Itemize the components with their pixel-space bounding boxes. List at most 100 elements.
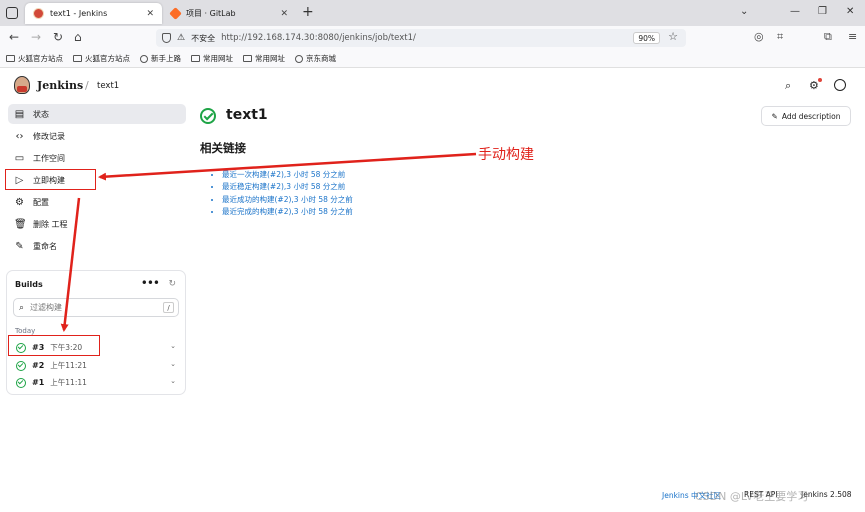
builds-title: Builds [15,280,43,289]
refresh-icon[interactable]: ↻ [168,279,176,289]
keyboard-shortcut-hint: / [163,302,174,313]
bookmark-item[interactable]: 新手上路 [140,53,181,64]
menu-icon[interactable]: ≡ [848,30,857,43]
folder-icon [73,55,82,62]
search-icon: ⌕ [19,302,25,313]
bookmark-label: 火狐官方站点 [18,54,63,63]
highlight-box-build-now [5,169,96,190]
not-secure-label[interactable]: 不安全 [191,33,215,44]
watermark: CSDN @LV老王要学习 [695,490,809,503]
bookmark-item[interactable]: 火狐官方站点 [6,53,63,64]
sidebar-item-label: 工作空间 [33,153,65,163]
bookmark-label: 京东商城 [306,54,336,63]
bookmark-label: 常用网址 [203,54,233,63]
new-tab-button[interactable]: + [302,4,314,20]
chevron-down-icon[interactable]: ⌄ [170,360,176,368]
address-bar[interactable]: ⚠ 不安全 http://192.168.174.30:8080/jenkins… [156,29,686,47]
back-icon[interactable]: ← [9,30,19,44]
account-icon[interactable]: ◎ [754,30,764,43]
tab-gitlab[interactable]: 项目 · GitLab ✕ [163,3,296,24]
success-check-icon [16,360,26,371]
bookmark-item[interactable]: 京东商城 [295,53,336,64]
sidebar-item-label: 配置 [33,197,49,207]
permalink-last-successful-build[interactable]: 最近成功的构建(#2),3 小时 58 分之前 [222,194,353,206]
sidebar-item-label: 删除 工程 [33,219,68,229]
footer-version[interactable]: Jenkins 2.508 [801,490,852,499]
tab-title: text1 - Jenkins [50,9,108,18]
folder-icon [6,55,15,62]
pencil-icon: ✎ [771,111,778,121]
sidebar-item-workspace[interactable]: ▭ 工作空间 [8,148,186,168]
sidebar-item-changes[interactable]: ‹› 修改记录 [8,126,186,146]
folder-icon [243,55,252,62]
sidebar-item-delete[interactable]: 🗑 删除 工程 [8,214,186,234]
sidebar-item-configure[interactable]: ⚙ 配置 [8,192,186,212]
build-row[interactable]: #1 上午11:11 ⌄ [10,374,182,391]
bookmark-item[interactable]: 常用网址 [191,53,233,64]
chevron-down-icon[interactable]: ⌄ [740,6,748,17]
jenkins-favicon-icon [33,8,44,19]
more-options-icon[interactable]: ••• [141,276,160,290]
jenkins-brand[interactable]: Jenkins [37,79,83,92]
jenkins-header [0,68,865,102]
shield-icon[interactable] [162,33,171,43]
reload-icon[interactable]: ↻ [53,30,63,44]
not-secure-icon[interactable]: ⚠ [177,33,185,43]
bookmark-item[interactable]: 常用网址 [243,53,285,64]
builds-filter[interactable]: ⌕ / [13,298,179,317]
close-tab-icon[interactable]: ✕ [146,9,154,19]
chevron-down-icon[interactable]: ⌄ [170,377,176,385]
sidebar-item-status[interactable]: ▤ 状态 [8,104,186,124]
gear-icon: ⚙ [15,196,24,208]
pencil-icon: ✎ [15,240,24,252]
tab-jenkins[interactable]: text1 - Jenkins ✕ [25,3,162,24]
bookmark-label: 常用网址 [255,54,285,63]
minimize-icon[interactable]: — [790,6,800,17]
bookmark-star-icon[interactable]: ☆ [668,30,678,43]
bookmark-item[interactable]: 火狐官方站点 [73,53,130,64]
tab-list-icon[interactable] [6,7,18,19]
breadcrumb-separator: / [85,79,89,92]
code-icon: ‹› [15,130,24,142]
builds-panel: Builds ••• ↻ ⌕ / Today #3 下午3:20 ⌄ #2 上午… [6,270,186,395]
highlight-box-latest-build [8,335,100,356]
url-text[interactable]: http://192.168.174.30:8080/jenkins/job/t… [221,33,416,43]
folder-icon: ▭ [14,152,25,164]
add-description-label: Add description [781,111,841,121]
screenshot-icon[interactable]: ⌗ [777,30,783,44]
permalinks-list: 最近一次构建(#2),3 小时 58 分之前 最近稳定构建(#2),3 小时 5… [214,169,353,218]
build-row[interactable]: #2 上午11:21 ⌄ [10,357,182,374]
sidebar-item-rename[interactable]: ✎ 重命名 [8,236,186,256]
home-icon[interactable]: ⌂ [74,30,82,44]
build-number[interactable]: #2 [32,361,44,370]
forward-icon[interactable]: → [31,30,41,44]
related-links-heading: 相关链接 [200,141,246,155]
document-icon: ▤ [14,108,25,120]
bookmark-label: 火狐官方站点 [85,54,130,63]
gitlab-favicon-icon [169,7,182,20]
jenkins-logo-icon[interactable] [14,76,30,94]
build-time: 上午11:11 [50,378,87,387]
user-icon[interactable] [834,79,846,91]
build-number[interactable]: #1 [32,378,44,387]
manage-gear-icon[interactable]: ⚙ [809,78,822,92]
add-description-button[interactable]: ✎ Add description [761,106,851,126]
breadcrumb-job[interactable]: text1 [97,81,119,91]
zoom-level[interactable]: 90% [633,32,660,44]
close-window-icon[interactable]: ✕ [846,6,854,17]
filter-builds-input[interactable] [30,303,149,312]
search-icon[interactable]: ⌕ [785,79,791,93]
build-time: 上午11:21 [50,361,87,370]
bookmarks-bar: 火狐官方站点 火狐官方站点 新手上路 常用网址 常用网址 京东商城 [0,50,865,68]
permalink-last-stable-build[interactable]: 最近稳定构建(#2),3 小时 58 分之前 [222,181,353,193]
permalink-last-completed-build[interactable]: 最近完成的构建(#2),3 小时 58 分之前 [222,206,353,218]
permalink-last-build[interactable]: 最近一次构建(#2),3 小时 58 分之前 [222,169,353,181]
sidebar-item-label: 修改记录 [33,131,65,141]
globe-icon [295,54,303,63]
sidebar-item-label: 重命名 [33,241,57,251]
chevron-down-icon[interactable]: ⌄ [170,342,176,350]
extensions-icon[interactable]: ⧉ [824,30,832,44]
tab-title: 项目 · GitLab [186,9,236,18]
maximize-icon[interactable]: ❐ [818,6,827,17]
close-tab-icon[interactable]: ✕ [280,9,288,19]
